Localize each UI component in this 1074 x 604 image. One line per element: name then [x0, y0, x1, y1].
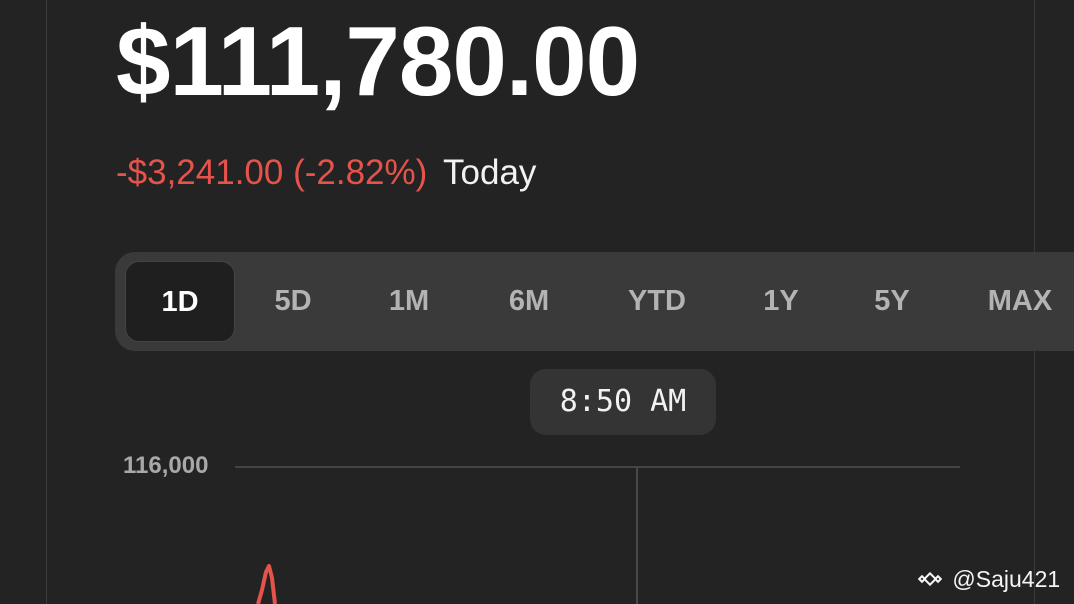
- watermark: @Saju421: [918, 565, 1060, 593]
- price-line: [256, 564, 277, 604]
- watermark-text: @Saju421: [952, 566, 1061, 592]
- binance-logo-icon: [918, 571, 942, 587]
- stock-detail-screen: $111,780.00 -$3,241.00 (-2.82%) Today 1D…: [0, 0, 1074, 604]
- price-chart[interactable]: [0, 0, 1074, 604]
